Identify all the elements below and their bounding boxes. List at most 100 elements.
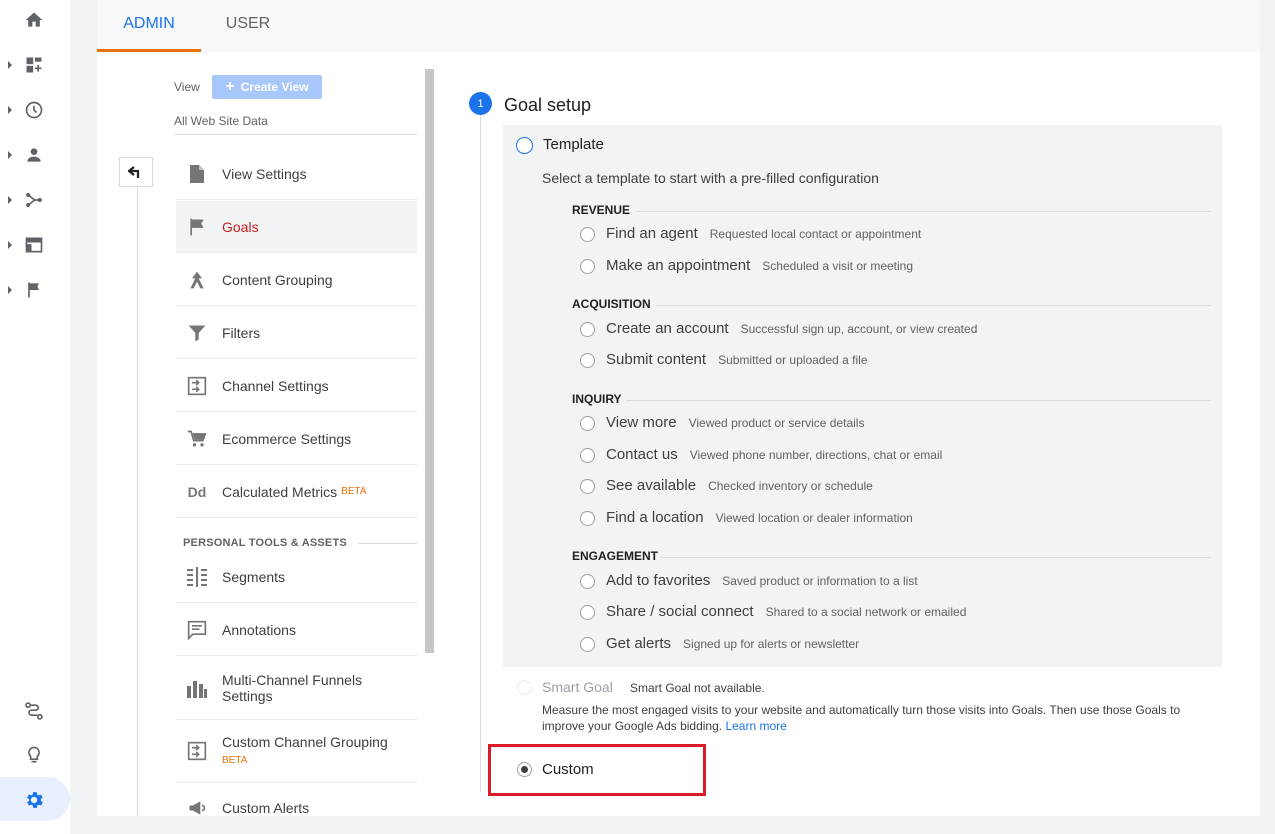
- step-connector-line: [480, 115, 481, 792]
- expand-caret-icon[interactable]: [8, 106, 12, 114]
- option-radio[interactable]: [580, 574, 595, 589]
- option-radio[interactable]: [580, 479, 595, 494]
- option-radio[interactable]: [580, 448, 595, 463]
- tab-user[interactable]: USER: [205, 0, 291, 52]
- expand-caret-icon[interactable]: [8, 241, 12, 249]
- menu-item-annotations[interactable]: Annotations: [176, 604, 417, 656]
- menu-item-content-grouping[interactable]: Content Grouping: [176, 254, 417, 306]
- filter-icon: [185, 321, 209, 345]
- option-get-alerts[interactable]: Get alerts Signed up for alerts or newsle…: [606, 635, 859, 652]
- smart-goal-description: Measure the most engaged visits to your …: [542, 703, 1181, 733]
- option-description: Successful sign up, account, or view cre…: [740, 322, 978, 336]
- menu-item-channel-settings[interactable]: Channel Settings: [176, 360, 417, 412]
- step-number-badge: 1: [469, 92, 492, 115]
- option-radio[interactable]: [580, 227, 595, 242]
- attribution-icon[interactable]: [20, 697, 48, 725]
- option-submit-content[interactable]: Submit content Submitted or uploaded a fi…: [606, 351, 868, 368]
- menu-item-multi-channel-funnels[interactable]: Multi-Channel Funnels Settings: [176, 657, 417, 720]
- option-description: Checked inventory or schedule: [708, 479, 873, 493]
- option-create-an-account[interactable]: Create an account Successful sign up, acc…: [606, 320, 977, 337]
- menu-item-filters[interactable]: Filters: [176, 307, 417, 359]
- smart-goal-label: Smart Goal: [542, 679, 613, 695]
- expand-caret-icon[interactable]: [8, 151, 12, 159]
- menu-item-label: Channel Settings: [222, 377, 329, 394]
- menu-scrollbar[interactable]: [425, 69, 434, 653]
- option-radio[interactable]: [580, 637, 595, 652]
- beta-badge: BETA: [222, 754, 248, 766]
- option-description: Viewed phone number, directions, chat or…: [689, 448, 943, 462]
- channel-icon: [185, 739, 209, 763]
- tab-admin[interactable]: ADMIN: [97, 0, 201, 52]
- option-radio[interactable]: [580, 322, 595, 337]
- expand-caret-icon[interactable]: [8, 196, 12, 204]
- menu-item-custom-channel-grouping[interactable]: Custom Channel Grouping BETA: [176, 720, 417, 783]
- flag-icon[interactable]: [20, 276, 48, 304]
- menu-item-ecommerce-settings[interactable]: Ecommerce Settings: [176, 413, 417, 465]
- back-arrow-icon: [128, 166, 140, 178]
- menu-item-label: Ecommerce Settings: [222, 430, 352, 447]
- dd-icon: Dd: [187, 483, 207, 500]
- expand-caret-icon[interactable]: [8, 61, 12, 69]
- option-description: Requested local contact or appointment: [709, 227, 922, 241]
- option-radio[interactable]: [580, 416, 595, 431]
- option-description: Submitted or uploaded a file: [718, 353, 868, 367]
- smart-goal-radio: [517, 680, 532, 695]
- section-divider: [358, 543, 417, 544]
- section-heading: PERSONAL TOOLS & ASSETS: [183, 537, 347, 549]
- home-icon[interactable]: [20, 6, 48, 34]
- option-radio[interactable]: [580, 353, 595, 368]
- menu-item-custom-alerts[interactable]: Custom Alerts: [176, 783, 417, 833]
- clock-icon[interactable]: [20, 96, 48, 124]
- option-radio[interactable]: [580, 511, 595, 526]
- option-radio[interactable]: [580, 259, 595, 274]
- learn-more-link[interactable]: Learn more: [725, 719, 786, 733]
- beta-badge: BETA: [341, 486, 367, 497]
- back-button[interactable]: [119, 157, 153, 187]
- view-label: View: [174, 80, 200, 94]
- custom-radio[interactable]: [517, 762, 532, 777]
- segments-icon: [185, 565, 209, 589]
- menu-item-segments[interactable]: Segments: [176, 551, 417, 603]
- megaphone-icon: [185, 796, 209, 820]
- menu-item-label: Filters: [222, 324, 261, 341]
- option-contact-us[interactable]: Contact us Viewed phone number, direction…: [606, 446, 942, 463]
- lightbulb-icon[interactable]: [20, 741, 48, 769]
- category-divider: [626, 400, 1211, 401]
- gear-icon[interactable]: [20, 786, 48, 814]
- channel-icon: [185, 374, 209, 398]
- flag-icon: [185, 215, 209, 239]
- option-view-more[interactable]: View more Viewed product or service detai…: [606, 414, 864, 431]
- option-description: Viewed location or dealer information: [715, 511, 913, 525]
- template-radio[interactable]: [516, 137, 533, 154]
- category-heading: REVENUE: [572, 203, 631, 217]
- option-add-to-favorites[interactable]: Add to favorites Saved product or informa…: [606, 572, 918, 589]
- menu-item-view-settings[interactable]: View Settings: [176, 148, 417, 200]
- behavior-icon[interactable]: [20, 231, 48, 259]
- person-icon[interactable]: [20, 141, 48, 169]
- smart-goal-status: Smart Goal not available.: [630, 681, 765, 695]
- menu-item-calculated-metrics[interactable]: Dd Calculated Metrics BETA: [176, 466, 417, 518]
- annotation-icon: [185, 618, 209, 642]
- template-description: Select a template to start with a pre-fi…: [542, 170, 879, 186]
- menu-item-label: Goals: [222, 218, 259, 235]
- option-make-an-appointment[interactable]: Make an appointment Scheduled a visit or …: [606, 257, 913, 274]
- menu-item-label: Calculated Metrics: [222, 483, 338, 500]
- expand-caret-icon[interactable]: [8, 286, 12, 294]
- acquisition-icon[interactable]: [20, 186, 48, 214]
- menu-item-label: Custom Alerts: [222, 800, 310, 816]
- option-see-available[interactable]: See available Checked inventory or schedu…: [606, 477, 873, 494]
- menu-item-label: Multi-Channel Funnels Settings: [222, 672, 363, 704]
- option-find-an-agent[interactable]: Find an agent Requested local contact or …: [606, 225, 921, 242]
- right-background: [1260, 0, 1275, 834]
- option-share-social-connect[interactable]: Share / social connect Shared to a social…: [606, 603, 966, 620]
- option-find-a-location[interactable]: Find a location Viewed location or dealer…: [606, 509, 913, 526]
- create-view-button[interactable]: + Create View: [212, 75, 322, 99]
- custom-label[interactable]: Custom: [542, 761, 594, 778]
- grouping-icon: [185, 268, 209, 292]
- view-divider: [174, 134, 417, 135]
- option-radio[interactable]: [580, 605, 595, 620]
- customization-icon[interactable]: [20, 51, 48, 79]
- view-selector[interactable]: All Web Site Data: [174, 114, 268, 128]
- menu-item-goals[interactable]: Goals: [176, 201, 417, 253]
- plus-icon: +: [225, 78, 235, 95]
